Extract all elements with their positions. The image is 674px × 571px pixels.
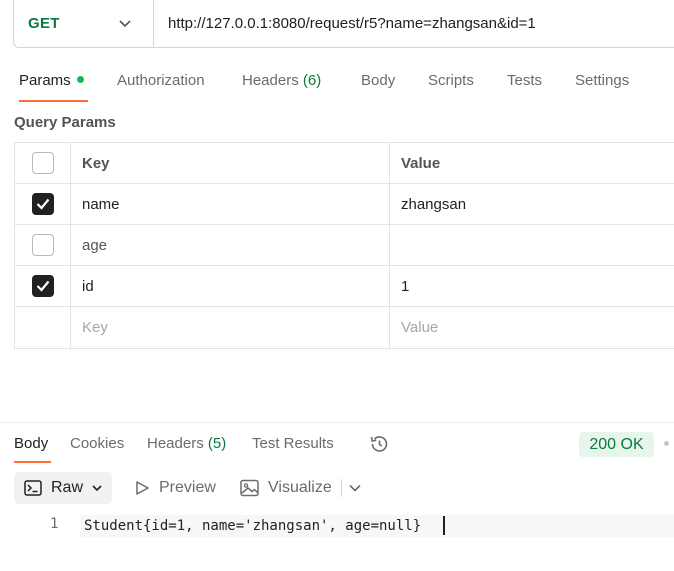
chevron-down-icon (119, 20, 131, 28)
request-url-bar: GET http://127.0.0.1:8080/request/r5?nam… (13, 0, 674, 48)
column-header-value: Value (401, 154, 441, 172)
table-row: name zhangsan (15, 184, 674, 225)
table-header-row: Key Value (15, 143, 674, 184)
tab-headers[interactable]: Headers (6) (242, 72, 321, 89)
active-tab-underline (19, 100, 88, 102)
tab-tests[interactable]: Tests (507, 72, 542, 89)
text-cursor (443, 516, 445, 535)
response-tab-test-results[interactable]: Test Results (252, 435, 334, 452)
line-number: 1 (50, 516, 59, 532)
new-key-input[interactable]: Key (71, 307, 390, 348)
query-params-table: Key Value name zhangsan age id 1 Key Val… (14, 142, 674, 349)
response-headers-label: Headers (147, 435, 204, 452)
checkmark-icon (36, 280, 49, 292)
format-divider (341, 479, 342, 497)
table-row-new: Key Value (15, 307, 674, 348)
tab-params[interactable]: Params (19, 72, 84, 89)
tab-params-label: Params (19, 72, 71, 89)
query-params-title: Query Params (14, 114, 116, 131)
new-value-input[interactable]: Value (390, 307, 674, 348)
visualize-dropdown[interactable] (348, 472, 362, 504)
chevron-down-icon (349, 484, 361, 492)
row-checkbox-unchecked[interactable] (31, 234, 54, 256)
url-input[interactable]: http://127.0.0.1:8080/request/r5?name=zh… (154, 15, 536, 32)
tab-body[interactable]: Body (361, 72, 395, 89)
param-value-cell[interactable]: zhangsan (390, 184, 674, 224)
response-tab-cookies[interactable]: Cookies (70, 435, 124, 452)
raw-format-label: Raw (51, 479, 84, 496)
param-value-cell[interactable] (390, 225, 674, 265)
response-divider (0, 422, 674, 423)
response-active-underline (14, 461, 51, 463)
raw-format-icon (24, 480, 42, 496)
status-badge: 200 OK (579, 432, 654, 457)
row-checkbox-checked[interactable] (31, 275, 54, 297)
tab-headers-label: Headers (242, 72, 299, 89)
raw-format-button[interactable]: Raw (14, 472, 112, 504)
tab-scripts[interactable]: Scripts (428, 72, 474, 89)
column-header-key: Key (71, 143, 390, 183)
select-all-checkbox[interactable] (31, 152, 54, 174)
chevron-down-icon (92, 485, 102, 492)
param-key-cell[interactable]: name (71, 184, 390, 224)
method-label: GET (28, 15, 60, 32)
empty-check-cell (15, 307, 71, 348)
status-separator-dot (664, 441, 669, 446)
image-icon (240, 479, 259, 497)
param-value-cell[interactable]: 1 (390, 266, 674, 306)
tab-settings[interactable]: Settings (575, 72, 629, 89)
code-line: Student{id=1, name='zhangsan', age=null} (80, 515, 674, 537)
tab-headers-count: (6) (302, 72, 322, 89)
response-tab-headers[interactable]: Headers (5) (147, 435, 226, 452)
row-checkbox-checked[interactable] (31, 193, 54, 215)
response-body-editor[interactable]: 1 Student{id=1, name='zhangsan', age=nul… (0, 512, 674, 538)
table-row: age (15, 225, 674, 266)
method-selector[interactable]: GET (14, 0, 154, 47)
preview-label: Preview (159, 479, 216, 496)
play-icon (136, 481, 149, 495)
param-key-cell[interactable]: id (71, 266, 390, 306)
checkmark-icon (36, 198, 49, 210)
table-row: id 1 (15, 266, 674, 307)
response-tab-body[interactable]: Body (14, 435, 48, 452)
preview-button[interactable]: Preview (135, 472, 216, 504)
visualize-button[interactable]: Visualize (240, 472, 332, 504)
response-headers-count: (5) (207, 435, 227, 452)
params-active-dot (76, 76, 84, 83)
history-icon[interactable] (368, 433, 390, 455)
tab-authorization[interactable]: Authorization (117, 72, 205, 89)
param-key-cell[interactable]: age (71, 225, 390, 265)
visualize-label: Visualize (268, 479, 332, 496)
